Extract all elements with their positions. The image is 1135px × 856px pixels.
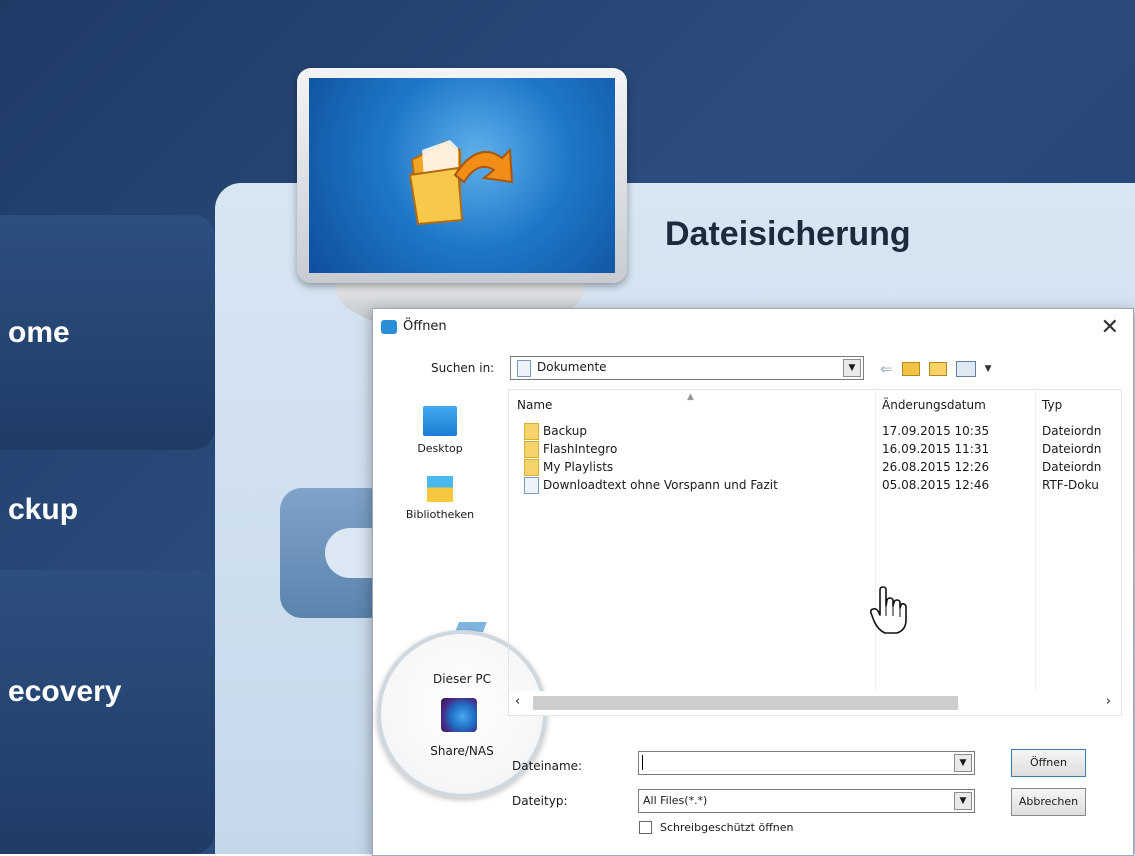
filetype-value: All Files(*.*) (643, 794, 708, 807)
dialog-toolbar: ⇐ ▼ (880, 359, 992, 379)
scroll-right-icon[interactable]: › (1106, 694, 1111, 709)
dialog-title: Öffnen (403, 319, 447, 334)
file-date: 05.08.2015 12:46 (882, 478, 990, 492)
place-desktop[interactable]: Desktop (395, 406, 485, 455)
scrollbar-thumb[interactable] (533, 696, 958, 710)
file-list[interactable]: ▲ Name Änderungsdatum Typ Backup 17.09.2… (508, 389, 1122, 716)
nav-home-label: ome (8, 315, 70, 349)
chevron-down-icon[interactable]: ▼ (954, 754, 972, 772)
nav-home[interactable]: ome (0, 215, 215, 450)
desktop-icon (423, 406, 457, 436)
chevron-down-icon[interactable]: ▼ (954, 792, 972, 810)
file-date: 26.08.2015 12:26 (882, 460, 990, 474)
filetype-label: Dateityp: (512, 794, 568, 808)
nav-backup-label: ckup (8, 493, 79, 526)
dialog-titlebar[interactable]: Öffnen ✕ (373, 309, 1133, 347)
hand-cursor-icon (869, 586, 907, 634)
file-name: Downloadtext ohne Vorspann und Fazit (543, 478, 778, 492)
readonly-label: Schreibgeschützt öffnen (660, 821, 794, 834)
cancel-button[interactable]: Abbrechen (1011, 788, 1086, 816)
look-in-value: Dokumente (537, 360, 607, 374)
sort-indicator-icon: ▲ (687, 392, 694, 402)
look-in-label: Suchen in: (431, 361, 495, 375)
nav-backup[interactable]: ckup (0, 455, 215, 565)
folder-icon (524, 423, 539, 440)
list-item[interactable]: My Playlists 26.08.2015 12:26 Dateiordn (509, 458, 1109, 476)
horizontal-scrollbar[interactable]: ‹ › (509, 691, 1121, 715)
file-type: Dateiordn (1042, 442, 1102, 456)
folder-icon (524, 441, 539, 458)
documents-folder-icon (517, 360, 531, 377)
list-item[interactable]: FlashIntegro 16.09.2015 11:31 Dateiordn (509, 440, 1109, 458)
column-header-name[interactable]: Name (517, 398, 552, 412)
rtf-document-icon (524, 477, 539, 494)
filetype-select[interactable]: All Files(*.*) ▼ (638, 789, 975, 813)
place-libraries-label: Bibliotheken (405, 508, 475, 521)
place-desktop-label: Desktop (417, 442, 463, 455)
open-file-dialog: Öffnen ✕ Suchen in: Dokumente ▼ ⇐ ▼ Desk… (372, 308, 1134, 856)
file-type: Dateiordn (1042, 460, 1102, 474)
chevron-down-icon[interactable]: ▼ (843, 359, 861, 377)
page-title: Dateisicherung (665, 215, 911, 253)
folder-icon (524, 459, 539, 476)
column-header-date[interactable]: Änderungsdatum (882, 398, 986, 412)
up-folder-icon[interactable] (901, 362, 920, 376)
filename-field[interactable]: ▼ (638, 751, 975, 775)
list-item[interactable]: Downloadtext ohne Vorspann und Fazit 05.… (509, 476, 1109, 494)
readonly-checkbox[interactable] (639, 821, 652, 834)
nav-recovery-label: ecovery (8, 675, 122, 708)
file-date: 16.09.2015 11:31 (882, 442, 990, 456)
file-name: My Playlists (543, 460, 614, 474)
text-caret (642, 755, 643, 770)
dialog-app-icon (381, 320, 397, 334)
scroll-left-icon[interactable]: ‹ (515, 694, 520, 709)
place-share-nas-label[interactable]: Share/NAS (381, 744, 543, 758)
filename-label: Dateiname: (512, 759, 583, 773)
network-share-icon[interactable] (441, 698, 477, 732)
view-dropdown-icon[interactable]: ▼ (985, 364, 992, 374)
list-item[interactable]: Backup 17.09.2015 10:35 Dateiordn (509, 422, 1109, 440)
file-date: 17.09.2015 10:35 (882, 424, 990, 438)
file-type: Dateiordn (1042, 424, 1102, 438)
folder-restore-icon (408, 140, 514, 226)
nav-recovery[interactable]: ecovery (0, 570, 215, 854)
view-menu-icon[interactable] (955, 361, 976, 377)
file-type: RTF-Doku (1042, 478, 1099, 492)
column-header-type[interactable]: Typ (1042, 398, 1062, 412)
back-arrow-icon[interactable]: ⇐ (880, 360, 893, 378)
readonly-option[interactable]: Schreibgeschützt öffnen (639, 821, 793, 834)
places-bar: Desktop Bibliotheken Dieser PC Share/NAS (377, 394, 547, 798)
look-in-dropdown[interactable]: Dokumente ▼ (510, 356, 864, 380)
close-icon[interactable]: ✕ (1101, 315, 1119, 340)
place-libraries[interactable]: Bibliotheken (395, 476, 485, 521)
libraries-icon (427, 476, 453, 502)
open-button[interactable]: Öffnen (1011, 749, 1086, 777)
file-name: Backup (543, 424, 587, 438)
file-name: FlashIntegro (543, 442, 618, 456)
new-folder-icon[interactable] (928, 362, 947, 376)
